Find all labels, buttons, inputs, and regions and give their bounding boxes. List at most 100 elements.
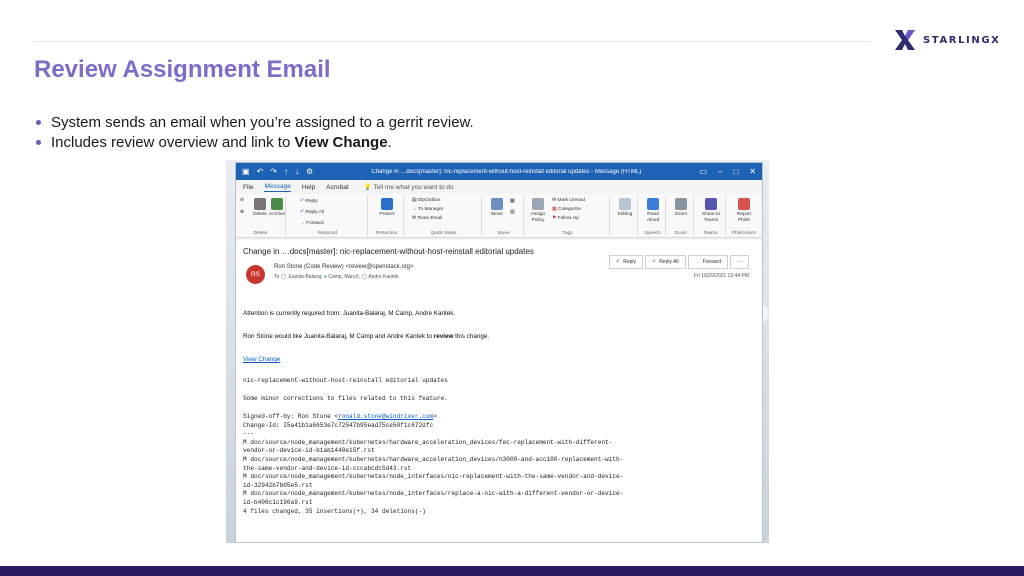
archive-icon	[271, 198, 283, 210]
phish-icon	[738, 198, 750, 210]
logo-text: STARLINGX	[923, 34, 1001, 46]
bullet-bold-text: View Change	[294, 134, 388, 151]
ribbon-group-move: Move ▦ ▥ Move	[484, 196, 524, 236]
review-request-text: Ron Stone would like Juanita-Balaraj, M …	[243, 333, 490, 340]
forward-icon: →	[694, 259, 700, 265]
reply-all-button[interactable]: ↶ Reply All	[300, 210, 324, 215]
tell-me-search[interactable]: 💡 Tell me what you want to do	[364, 183, 454, 191]
tab-acrobat[interactable]: Acrobat	[326, 184, 348, 191]
tab-help[interactable]: Help	[302, 184, 315, 191]
group-label-move: Move	[497, 231, 510, 236]
forward-button[interactable]: → Forward	[300, 221, 324, 226]
read-aloud-icon	[647, 198, 659, 210]
junk-icon[interactable]: ⊗	[240, 210, 244, 215]
tab-message[interactable]: Message	[264, 183, 291, 192]
move-button[interactable]: Move	[488, 198, 506, 218]
quick-step-to-manager[interactable]: → To Manager	[412, 207, 443, 212]
undo-icon[interactable]: ↶	[257, 167, 264, 176]
change-title: nic-replacement-without-host-reinstall e…	[243, 377, 448, 384]
group-label-tags: Tags	[562, 231, 573, 236]
window-titlebar: ▣ ↶ ↷ ↑ ↓ ⚙ Change in …docs[master]: nic…	[236, 163, 762, 180]
bullet-text: Includes review overview and link to	[51, 134, 295, 151]
customize-icon[interactable]: ⚙	[306, 167, 313, 176]
onenote-icon[interactable]: ▥	[510, 210, 515, 215]
report-phish-button[interactable]: Report Phish	[732, 198, 756, 223]
editing-icon	[619, 198, 631, 210]
ignore-icon[interactable]: ⊘	[240, 198, 244, 203]
up-arrow-icon[interactable]: ↑	[284, 167, 288, 176]
read-aloud-button[interactable]: Read Aloud	[642, 198, 664, 223]
ribbon-group-quick-steps: ▤ DlpOutbox → To Manager ✉ Team Email Qu…	[406, 196, 482, 236]
group-label-teams: Teams	[703, 231, 718, 236]
message-actions: ↶ Reply ↶ Reply All → Forward ···	[609, 255, 749, 269]
more-actions-button[interactable]: ···	[730, 255, 749, 269]
group-label-speech: Speech	[644, 231, 661, 236]
policy-icon	[532, 198, 544, 210]
quick-step-dlpoutbox[interactable]: ▤ DlpOutbox	[412, 198, 441, 203]
starlingx-x-icon	[895, 30, 915, 50]
bullet-suffix: .	[387, 134, 392, 151]
rules-icon[interactable]: ▦	[510, 199, 515, 204]
changed-files-list: Change-Id: I5a41b1a6653e7c72547b95ead75c…	[243, 421, 624, 515]
down-arrow-icon[interactable]: ↓	[295, 167, 299, 176]
teams-icon	[705, 198, 717, 210]
more-icon: ···	[737, 259, 742, 265]
protect-button[interactable]: Protect	[376, 198, 398, 218]
reply-icon: ↶	[616, 259, 621, 265]
recipient[interactable]: ● Camp, MaryX;	[324, 274, 360, 280]
ribbon-group-tags: Assign Policy ✉ Mark Unread ▦ Categorize…	[526, 196, 610, 236]
signed-off-line: Signed-off-by: Ron Stone <ronald.stone@w…	[243, 413, 437, 420]
ribbon-group-zoom: Zoom Zoom	[668, 196, 694, 236]
recipient[interactable]: ◯ Juanita-Balaraj;	[281, 274, 323, 280]
avatar[interactable]: RS	[246, 265, 265, 284]
reply-all-button[interactable]: ↶ Reply All	[645, 255, 686, 269]
lock-icon	[381, 198, 393, 210]
assign-policy-button[interactable]: Assign Policy	[528, 198, 548, 223]
group-label-zoom: Zoom	[674, 231, 687, 236]
presence-icon: ●	[323, 274, 327, 280]
zoom-button[interactable]: Zoom	[670, 198, 692, 218]
outlook-screenshot: ▣ ↶ ↷ ↑ ↓ ⚙ Change in …docs[master]: nic…	[226, 160, 769, 543]
attention-text: Attention is currently required from: Ju…	[243, 310, 456, 317]
ribbon-group-protection: Protect Protection	[370, 196, 404, 236]
archive-button[interactable]: Archive	[268, 198, 286, 218]
quick-step-team-email[interactable]: ✉ Team Email	[412, 216, 442, 221]
bullet-list: System sends an email when you’re assign…	[36, 113, 474, 153]
mark-unread-button[interactable]: ✉ Mark Unread	[552, 198, 585, 203]
ribbon-group-respond: ↶ Reply ↶ Reply All → Forward Respond	[288, 196, 368, 236]
group-label-phishalarm: PhishAlarm	[731, 231, 757, 236]
categorize-button[interactable]: ▦ Categorize	[552, 207, 581, 212]
view-change-link[interactable]: View Change	[243, 356, 280, 363]
recipient[interactable]: ◯ Andre Kantek	[362, 274, 399, 280]
delete-button[interactable]: Delete	[252, 198, 268, 218]
message-pane: Change in …docs[master]: nic-replacement…	[236, 240, 762, 542]
bullet-text: System sends an email when you’re assign…	[51, 114, 474, 131]
share-to-teams-button[interactable]: Share to Teams	[699, 198, 723, 223]
group-label-quick-steps: Quick Steps	[430, 231, 457, 236]
maximize-icon[interactable]: □	[733, 167, 738, 176]
email-link[interactable]: ronald.stone@windriver.com	[338, 413, 433, 420]
reply-button[interactable]: ↶ Reply	[609, 255, 643, 269]
editing-button[interactable]: Editing	[614, 198, 636, 218]
message-subject: Change in …docs[master]: nic-replacement…	[243, 247, 534, 256]
close-icon[interactable]: ✕	[749, 167, 756, 176]
tell-me-text: Tell me what you want to do	[373, 184, 454, 191]
trash-icon	[254, 198, 266, 210]
minimize-icon[interactable]: –	[718, 167, 722, 176]
reply-button[interactable]: ↶ Reply	[300, 199, 318, 204]
redo-icon[interactable]: ↷	[270, 167, 277, 176]
bullet-item: Includes review overview and link to Vie…	[36, 133, 474, 153]
tab-file[interactable]: File	[243, 184, 253, 191]
ribbon-group-teams: Share to Teams Teams	[696, 196, 726, 236]
ribbon-group-speech: Read Aloud Speech	[640, 196, 666, 236]
ribbon-group-phishalarm: Report Phish PhishAlarm	[728, 196, 760, 236]
follow-up-button[interactable]: ⚑ Follow Up	[552, 216, 579, 221]
bullet-dot	[36, 120, 41, 125]
starlingx-logo: STARLINGX	[893, 28, 1000, 52]
save-icon[interactable]: ▣	[242, 167, 250, 176]
ribbon-options-icon[interactable]: ▭	[699, 167, 707, 176]
forward-button[interactable]: → Forward	[687, 255, 728, 269]
message-sender[interactable]: Ron Stone (Code Review) <review@openstac…	[274, 264, 414, 270]
outlook-message-window: ▣ ↶ ↷ ↑ ↓ ⚙ Change in …docs[master]: nic…	[235, 162, 763, 543]
bullet-dot	[36, 140, 41, 145]
